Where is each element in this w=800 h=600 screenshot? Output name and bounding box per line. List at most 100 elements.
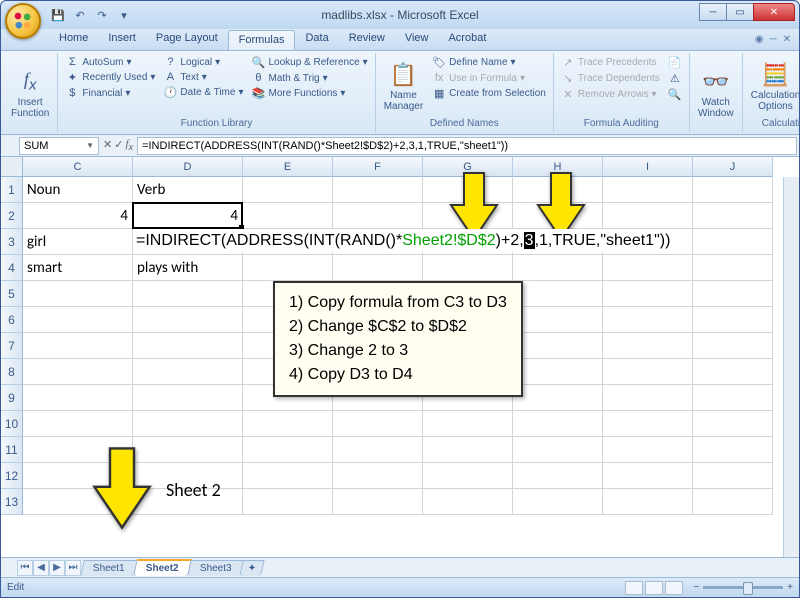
cell-C4[interactable]: smart: [23, 255, 133, 281]
cell-D5[interactable]: [133, 281, 243, 307]
cell-I2[interactable]: [603, 203, 693, 229]
tab-formulas[interactable]: Formulas: [228, 30, 296, 50]
namebox-dropdown-icon[interactable]: ▼: [86, 141, 94, 150]
tab-data[interactable]: Data: [295, 29, 338, 50]
row-header-10[interactable]: 10: [1, 411, 23, 437]
tab-insert[interactable]: Insert: [98, 29, 146, 50]
cell-C5[interactable]: [23, 281, 133, 307]
cell-F1[interactable]: [333, 177, 423, 203]
trace-dependents-button[interactable]: ↘Trace Dependents: [558, 71, 663, 86]
qat-dropdown-icon[interactable]: ▾: [115, 6, 133, 24]
cell-H13[interactable]: [513, 489, 603, 515]
minimize-button[interactable]: ─: [699, 3, 727, 21]
cell-J7[interactable]: [693, 333, 773, 359]
row-header-2[interactable]: 2: [1, 203, 23, 229]
cell-I1[interactable]: [603, 177, 693, 203]
error-checking-button[interactable]: ⚠: [665, 71, 685, 86]
cell-J1[interactable]: [693, 177, 773, 203]
save-icon[interactable]: 💾: [49, 6, 67, 24]
cell-I7[interactable]: [603, 333, 693, 359]
cell-J2[interactable]: [693, 203, 773, 229]
cell-H10[interactable]: [513, 411, 603, 437]
lookup-button[interactable]: 🔍Lookup & Reference ▾: [248, 55, 370, 70]
column-header-C[interactable]: C: [23, 157, 133, 177]
column-header-I[interactable]: I: [603, 157, 693, 177]
cell-D9[interactable]: [133, 385, 243, 411]
cell-H4[interactable]: [513, 255, 603, 281]
maximize-button[interactable]: ▭: [726, 3, 754, 21]
row-header-6[interactable]: 6: [1, 307, 23, 333]
last-sheet-button[interactable]: ⏭: [65, 560, 81, 576]
cell-E10[interactable]: [243, 411, 333, 437]
vertical-scrollbar[interactable]: [783, 177, 799, 557]
cell-J10[interactable]: [693, 411, 773, 437]
logical-button[interactable]: ?Logical ▾: [160, 55, 246, 69]
cell-J12[interactable]: [693, 463, 773, 489]
cell-J3[interactable]: [693, 229, 773, 255]
column-header-E[interactable]: E: [243, 157, 333, 177]
more-functions-button[interactable]: 📚More Functions ▾: [248, 86, 370, 101]
cell-J13[interactable]: [693, 489, 773, 515]
cell-I5[interactable]: [603, 281, 693, 307]
row-header-13[interactable]: 13: [1, 489, 23, 515]
cell-H8[interactable]: [513, 359, 603, 385]
cell-E12[interactable]: [243, 463, 333, 489]
calculation-options-button[interactable]: 🧮 Calculation Options: [747, 55, 800, 117]
cell-C6[interactable]: [23, 307, 133, 333]
sheet-tab-2[interactable]: Sheet2: [133, 559, 191, 576]
zoom-slider[interactable]: [703, 586, 783, 589]
spreadsheet-grid[interactable]: CDEFGHIJ 12345678910111213 NounVerb44gir…: [1, 157, 799, 557]
cell-G10[interactable]: [423, 411, 513, 437]
cell-G4[interactable]: [423, 255, 513, 281]
create-from-selection-button[interactable]: ▦Create from Selection: [429, 86, 549, 101]
cell-I12[interactable]: [603, 463, 693, 489]
cell-F11[interactable]: [333, 437, 423, 463]
undo-icon[interactable]: ↶: [71, 6, 89, 24]
cell-I6[interactable]: [603, 307, 693, 333]
doc-close-icon[interactable]: ✕: [783, 34, 791, 45]
row-header-9[interactable]: 9: [1, 385, 23, 411]
cell-I13[interactable]: [603, 489, 693, 515]
tab-acrobat[interactable]: Acrobat: [438, 29, 496, 50]
sheet-tab-1[interactable]: Sheet1: [80, 560, 137, 576]
tab-view[interactable]: View: [395, 29, 439, 50]
cell-G11[interactable]: [423, 437, 513, 463]
autosum-button[interactable]: ΣAutoSum ▾: [62, 55, 158, 69]
cell-E13[interactable]: [243, 489, 333, 515]
sheet-tab-3[interactable]: Sheet3: [187, 560, 244, 576]
close-button[interactable]: ✕: [753, 3, 795, 21]
cell-E11[interactable]: [243, 437, 333, 463]
cell-E4[interactable]: [243, 255, 333, 281]
row-header-8[interactable]: 8: [1, 359, 23, 385]
cell-D2[interactable]: 4: [133, 203, 243, 229]
show-formulas-button[interactable]: 📄: [665, 55, 685, 70]
enter-formula-icon[interactable]: ✓: [114, 138, 123, 152]
cell-D8[interactable]: [133, 359, 243, 385]
row-header-1[interactable]: 1: [1, 177, 23, 203]
page-layout-view-button[interactable]: [645, 581, 663, 595]
row-header-12[interactable]: 12: [1, 463, 23, 489]
cell-E1[interactable]: [243, 177, 333, 203]
name-box[interactable]: SUM ▼: [19, 137, 99, 155]
zoom-out-button[interactable]: −: [693, 582, 699, 593]
cell-J8[interactable]: [693, 359, 773, 385]
insert-function-button[interactable]: fx Insert Function: [7, 55, 53, 130]
recently-used-button[interactable]: ✦Recently Used ▾: [62, 70, 158, 85]
remove-arrows-button[interactable]: ✕Remove Arrows ▾: [558, 87, 663, 102]
cell-D4[interactable]: plays with: [133, 255, 243, 281]
cell-I11[interactable]: [603, 437, 693, 463]
cell-C3[interactable]: girl: [23, 229, 133, 255]
column-header-F[interactable]: F: [333, 157, 423, 177]
tab-page-layout[interactable]: Page Layout: [146, 29, 228, 50]
cell-C2[interactable]: 4: [23, 203, 133, 229]
cell-J4[interactable]: [693, 255, 773, 281]
cell-H6[interactable]: [513, 307, 603, 333]
row-header-3[interactable]: 3: [1, 229, 23, 255]
row-header-7[interactable]: 7: [1, 333, 23, 359]
name-manager-button[interactable]: 📋 Name Manager: [380, 55, 427, 117]
ribbon-minimize-icon[interactable]: ─: [770, 34, 777, 45]
select-all-corner[interactable]: [1, 157, 23, 177]
cell-F2[interactable]: [333, 203, 423, 229]
cell-I9[interactable]: [603, 385, 693, 411]
new-sheet-button[interactable]: ✦: [240, 560, 266, 576]
